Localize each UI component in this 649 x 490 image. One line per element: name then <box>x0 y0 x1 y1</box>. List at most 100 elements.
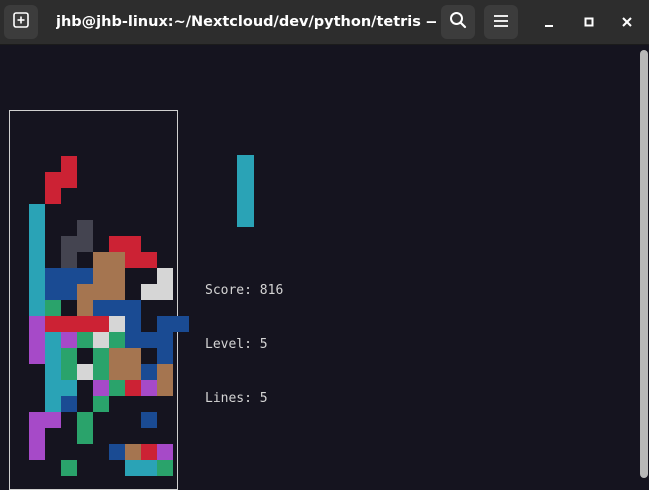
board-cell <box>29 444 45 460</box>
board-cell <box>29 412 45 428</box>
board-cell <box>157 348 173 364</box>
board-cell <box>157 380 173 396</box>
board-cell <box>141 364 157 380</box>
board-cell <box>93 332 109 348</box>
minimize-button[interactable] <box>535 8 563 36</box>
board-cell <box>93 252 109 268</box>
new-tab-icon <box>13 12 29 32</box>
board-cell <box>45 364 61 380</box>
board-cell <box>141 412 157 428</box>
board-cell <box>45 268 61 284</box>
board-cell <box>109 316 125 332</box>
board-cell <box>109 236 125 252</box>
menu-button[interactable] <box>484 5 518 39</box>
board-cell <box>45 412 61 428</box>
board-cell <box>29 332 45 348</box>
window-title: jhb@jhb-linux:~/Nextcloud/dev/python/tet… <box>56 14 436 30</box>
tetris-board <box>9 110 189 490</box>
board-cell <box>125 444 141 460</box>
board-cell <box>141 332 157 348</box>
board-cell <box>61 316 77 332</box>
board-cell <box>157 332 173 348</box>
board-cell <box>77 220 93 236</box>
board-cell <box>29 348 45 364</box>
maximize-icon <box>583 13 595 32</box>
close-icon <box>621 13 633 32</box>
board-cell <box>141 284 157 300</box>
board-cell <box>109 268 125 284</box>
board-cell <box>77 412 93 428</box>
level-display: Level: 5 <box>205 337 268 352</box>
scrollbar-thumb[interactable] <box>640 50 648 478</box>
hamburger-menu-icon <box>493 13 509 32</box>
board-cell <box>109 332 125 348</box>
board-cell <box>157 284 173 300</box>
board-cell <box>29 316 45 332</box>
board-cell <box>109 348 125 364</box>
board-cell <box>45 300 61 316</box>
board-cell <box>141 252 157 268</box>
board-cell <box>45 316 61 332</box>
board-cell <box>77 268 93 284</box>
board-cell <box>141 380 157 396</box>
board-cell <box>77 284 93 300</box>
board-cell <box>109 444 125 460</box>
board-cell <box>61 364 77 380</box>
board-cell <box>29 236 45 252</box>
board-cell <box>125 316 141 332</box>
board-cell <box>29 220 45 236</box>
board-cell <box>45 380 61 396</box>
board-cell <box>29 300 45 316</box>
board-cell <box>93 284 109 300</box>
board-cell <box>141 460 157 476</box>
maximize-button[interactable] <box>575 8 603 36</box>
new-tab-button[interactable] <box>4 5 38 39</box>
search-icon <box>449 11 467 33</box>
board-cell <box>61 332 77 348</box>
board-cell <box>125 252 141 268</box>
board-cell <box>125 236 141 252</box>
board-cell <box>109 300 125 316</box>
board-cell <box>45 188 61 204</box>
board-cell <box>125 332 141 348</box>
board-cell <box>61 460 77 476</box>
board-cell <box>29 268 45 284</box>
board-cell <box>45 172 61 188</box>
board-cell <box>77 316 93 332</box>
board-cell <box>61 284 77 300</box>
board-cell <box>109 380 125 396</box>
close-button[interactable] <box>613 8 641 36</box>
board-cell <box>141 444 157 460</box>
board-cell <box>93 380 109 396</box>
board-cell <box>173 316 189 332</box>
board-cell <box>157 460 173 476</box>
board-cell <box>29 284 45 300</box>
board-cell <box>125 348 141 364</box>
board-cell <box>93 268 109 284</box>
board-cell <box>61 172 77 188</box>
board-cell <box>61 396 77 412</box>
board-cell <box>125 380 141 396</box>
board-cell <box>29 428 45 444</box>
board-cell <box>77 428 93 444</box>
board-cell <box>109 252 125 268</box>
board-cell <box>45 284 61 300</box>
board-cell <box>157 316 173 332</box>
search-button[interactable] <box>441 5 475 39</box>
board-cell <box>93 364 109 380</box>
board-cell <box>45 332 61 348</box>
board-cell <box>125 300 141 316</box>
minimize-icon <box>543 13 555 32</box>
board-cell <box>77 300 93 316</box>
board-cell <box>93 348 109 364</box>
board-cell <box>157 444 173 460</box>
board-cell <box>61 268 77 284</box>
board-cell <box>125 460 141 476</box>
score-display: Score: 816 <box>205 283 284 298</box>
board-cell <box>61 236 77 252</box>
scrollbar[interactable] <box>638 45 649 483</box>
board-cell <box>77 364 93 380</box>
board-cell <box>61 156 77 172</box>
board-cell <box>93 396 109 412</box>
lines-display: Lines: 5 <box>205 391 268 406</box>
